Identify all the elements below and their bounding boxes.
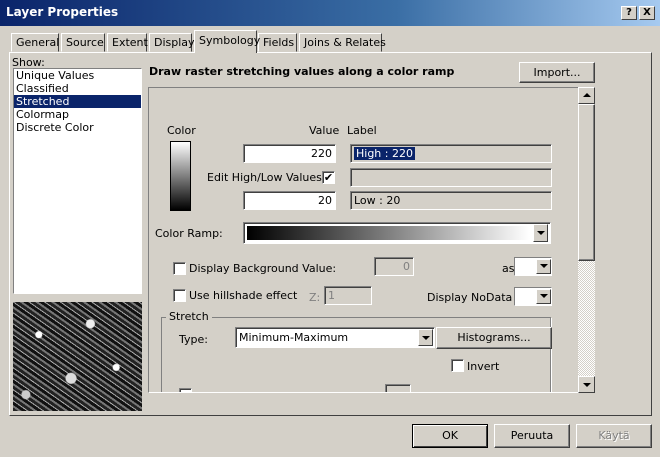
high-label-field[interactable]: High : 220 [350,144,552,163]
label-header: Label [347,124,377,137]
ok-button[interactable]: OK [412,424,488,448]
arrow-up-icon [582,93,591,97]
tab-symbology[interactable]: Symbology [194,30,260,53]
bg-color-dropdown[interactable] [514,257,552,276]
color-ramp-preview [247,226,530,240]
vertical-scrollbar[interactable] [578,87,595,393]
mid-label-field[interactable] [350,168,552,187]
symbology-panel: Color Value Label 220 High : 220 Edit Hi… [148,87,594,393]
high-value-field[interactable]: 220 [243,144,336,163]
color-swatch[interactable] [170,141,191,211]
list-item[interactable]: Unique Values [14,69,141,82]
color-ramp-dropdown-button[interactable] [533,224,548,242]
hillshade-checkbox[interactable] [173,289,186,302]
tab-general[interactable]: General [11,33,59,52]
scroll-down-button[interactable] [578,376,595,393]
display-bg-label: Display Background Value: [189,262,337,275]
hillshade-label: Use hillshade effect [189,289,298,302]
title-bar[interactable]: Layer Properties ? X [0,0,660,26]
scroll-thumb[interactable] [578,104,595,261]
scroll-up-button[interactable] [578,87,595,104]
header-text: Draw raster stretching values along a co… [149,65,455,78]
tab-fields[interactable]: Fields [258,33,297,52]
list-item[interactable]: Colormap [14,108,141,121]
close-button[interactable]: X [639,6,655,20]
type-label: Type: [179,333,208,346]
chevron-down-icon [421,336,430,340]
invert-checkbox[interactable] [451,359,464,372]
low-value-field[interactable]: 20 [243,191,336,210]
z-label: Z: [309,291,321,304]
statistics-field[interactable] [385,384,411,392]
low-label-field[interactable]: Low : 20 [350,191,552,210]
as-label: as [502,262,515,275]
nodata-color-dropdown-button[interactable] [536,289,551,304]
chevron-down-icon [539,294,548,298]
preview-image [13,302,142,411]
tab-extent[interactable]: Extent [107,33,148,52]
chevron-down-icon [536,231,545,235]
window-title: Layer Properties [6,5,119,19]
list-item-selected[interactable]: Stretched [14,95,141,108]
bg-color-dropdown-button[interactable] [536,259,551,274]
color-ramp-label: Color Ramp: [155,227,223,240]
stretch-group-label: Stretch [166,310,212,323]
color-ramp-dropdown[interactable] [243,222,551,244]
color-header: Color [167,124,196,137]
invert-label: Invert [467,360,500,373]
apply-button[interactable]: Käytä [576,424,652,448]
edit-highlow-checkbox[interactable]: ✔ [322,171,335,184]
z-value-field[interactable]: 1 [324,286,372,305]
type-dropdown-value: Minimum-Maximum [239,331,349,344]
type-dropdown[interactable]: Minimum-Maximum [235,327,435,348]
statistics-checkbox[interactable] [179,388,192,392]
arrow-down-icon [582,383,591,387]
chevron-down-icon [539,264,548,268]
show-list[interactable]: Unique Values Classified Stretched Color… [13,68,142,294]
nodata-color-dropdown[interactable] [514,287,552,306]
display-bg-value-field[interactable]: 0 [374,257,414,276]
display-bg-checkbox[interactable] [173,262,186,275]
cancel-button[interactable]: Peruuta [494,424,570,448]
tab-joins-relates[interactable]: Joins & Relates [299,33,386,52]
edit-highlow-label: Edit High/Low Values [207,171,322,184]
tab-source[interactable]: Source [61,33,105,52]
histograms-button[interactable]: Histograms... [436,327,552,349]
type-dropdown-button[interactable] [418,329,433,346]
list-item[interactable]: Discrete Color [14,121,141,134]
import-button[interactable]: Import... [519,62,595,83]
value-header: Value [309,124,340,137]
tab-display[interactable]: Display [149,33,195,52]
list-item[interactable]: Classified [14,82,141,95]
high-label-text: High : 220 [354,147,415,160]
help-button[interactable]: ? [621,6,637,20]
